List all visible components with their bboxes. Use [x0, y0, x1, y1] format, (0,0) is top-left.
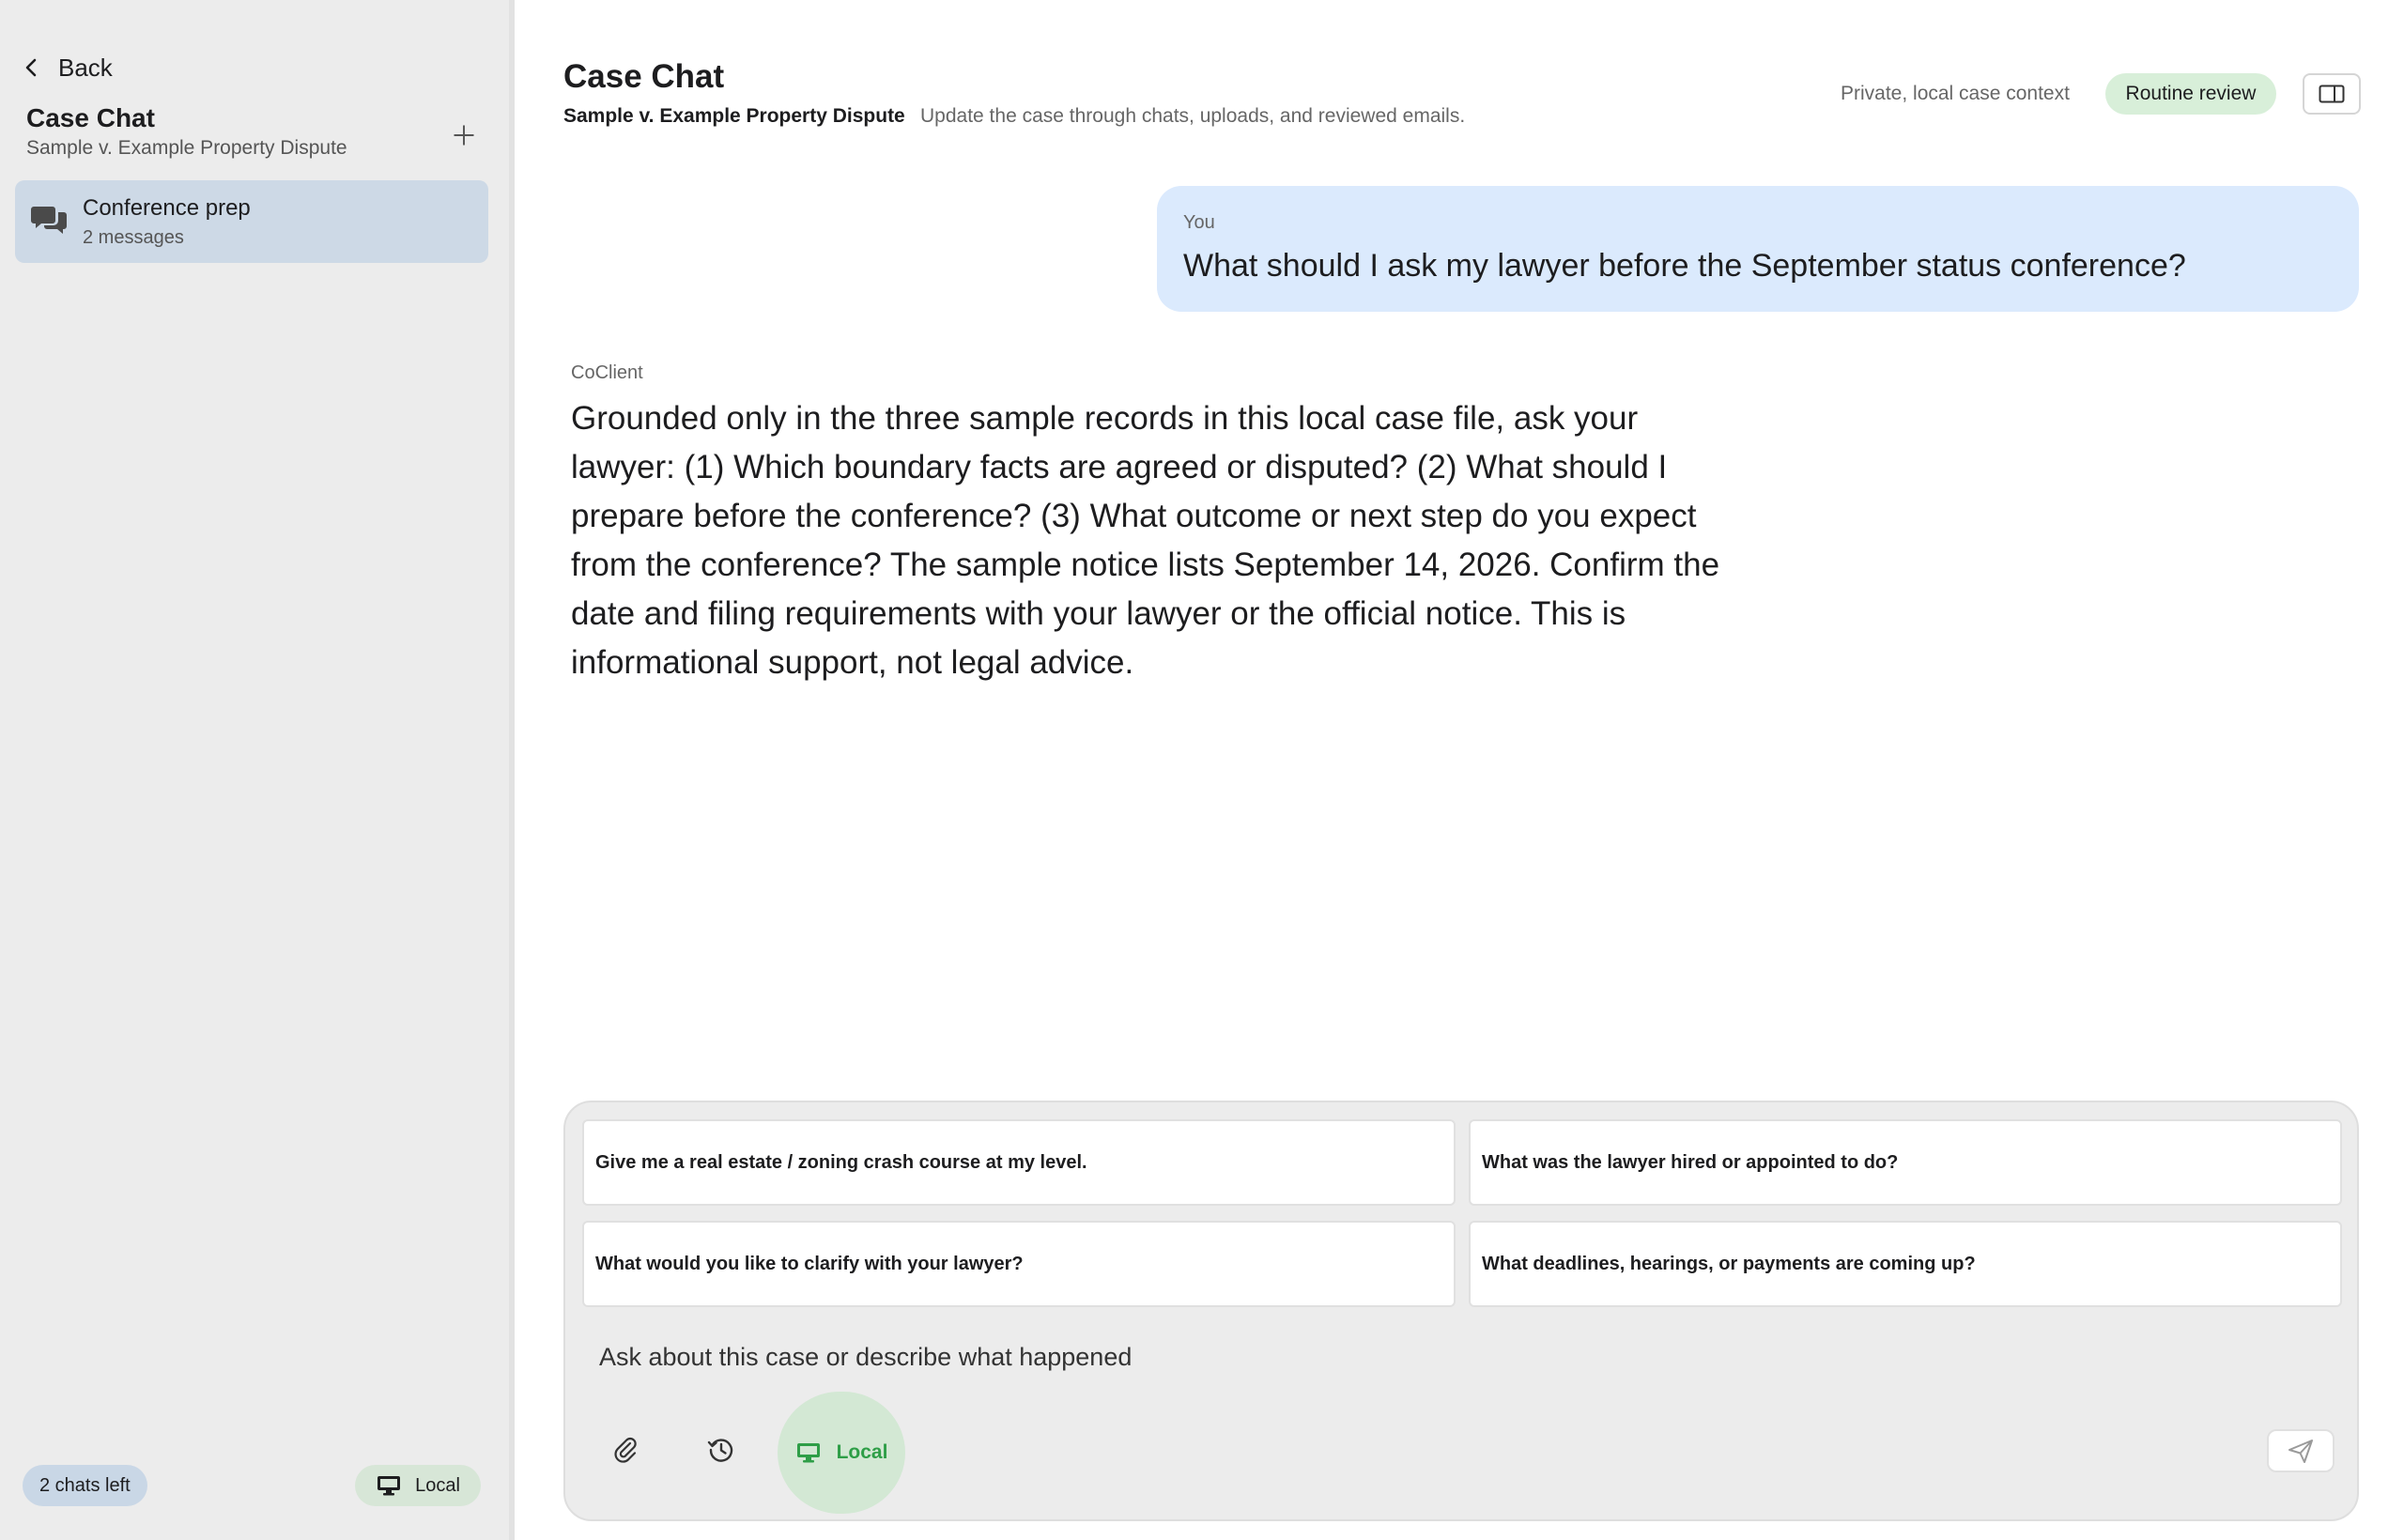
monitor-icon — [378, 1476, 401, 1496]
suggestion-button[interactable]: What deadlines, hearings, or payments ar… — [1469, 1221, 2342, 1307]
local-mode-toggle[interactable]: Local — [778, 1392, 905, 1514]
app-window: Back Case Chat Sample v. Example Propert… — [0, 0, 2404, 1540]
send-icon — [2288, 1440, 2313, 1463]
message-sender: You — [1183, 212, 1215, 233]
message-input[interactable] — [599, 1333, 2327, 1380]
new-chat-button[interactable] — [443, 115, 485, 156]
chats-left-badge: 2 chats left — [23, 1465, 147, 1506]
context-label: Private, local case context — [1841, 83, 2070, 104]
chevron-left-icon — [25, 58, 37, 77]
chat-item-count: 2 messages — [83, 227, 184, 248]
suggestion-button[interactable]: What was the lawyer hired or appointed t… — [1469, 1119, 2342, 1206]
assistant-message: Grounded only in the three sample record… — [571, 400, 1720, 681]
monitor-icon — [796, 1443, 820, 1463]
back-label: Back — [58, 53, 113, 82]
case-name: Sample v. Example Property Dispute — [563, 105, 905, 127]
back-button[interactable]: Back — [21, 49, 113, 86]
sidebar-item-conference-prep[interactable]: Conference prep 2 messages — [15, 180, 488, 263]
composer: Give me a real estate / zoning crash cou… — [563, 1101, 2359, 1521]
page-title: Case Chat — [563, 58, 725, 95]
sidebar-subtitle: Sample v. Example Property Dispute — [26, 137, 347, 159]
local-mode-label: Local — [836, 1441, 888, 1463]
toggle-panel-button[interactable] — [2303, 73, 2361, 115]
message-text: What should I ask my lawyer before the S… — [1183, 248, 2186, 284]
local-mode-label: Local — [415, 1474, 460, 1496]
history-button[interactable] — [693, 1422, 749, 1478]
paperclip-icon — [614, 1437, 637, 1463]
send-button[interactable] — [2267, 1429, 2335, 1472]
user-message: You What should I ask my lawyer before t… — [1157, 186, 2359, 312]
suggestion-button[interactable]: Give me a real estate / zoning crash cou… — [582, 1119, 1456, 1206]
sidebar-title: Case Chat — [26, 103, 155, 132]
suggestion-button[interactable]: What would you like to clarify with your… — [582, 1221, 1456, 1307]
assistant-sender: CoClient — [571, 362, 643, 383]
attach-button[interactable] — [597, 1422, 654, 1478]
review-status-badge: Routine review — [2105, 73, 2276, 115]
history-icon — [707, 1439, 733, 1462]
local-mode-button[interactable]: Local — [355, 1465, 481, 1506]
case-description: Update the case through chats, uploads, … — [920, 105, 1466, 127]
sidebar-panel-icon — [2319, 85, 2345, 103]
plus-icon — [454, 125, 474, 146]
sidebar: Back Case Chat Sample v. Example Propert… — [0, 0, 515, 1540]
chat-bubbles-icon — [31, 207, 67, 234]
chat-item-title: Conference prep — [83, 195, 251, 221]
